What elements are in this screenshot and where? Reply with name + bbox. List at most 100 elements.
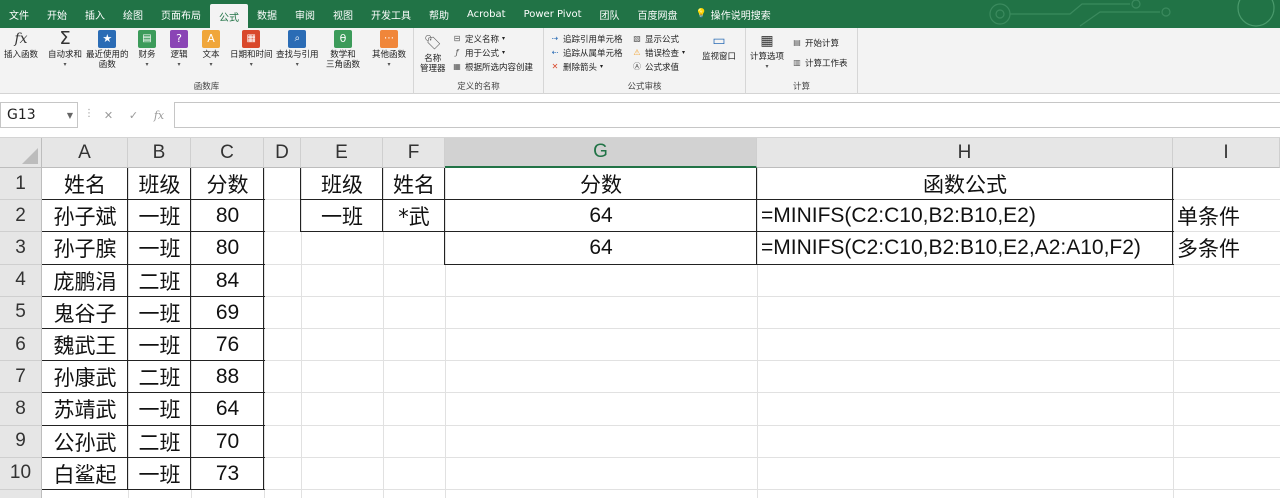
column-header-f[interactable]: F	[383, 138, 445, 168]
row-header-2[interactable]: 2	[0, 200, 42, 233]
calc-options-button[interactable]: ▦ 计算选项 ▾	[750, 32, 784, 72]
row-header-1[interactable]: 1	[0, 168, 42, 201]
name-box[interactable]: G13 ▼	[0, 102, 78, 128]
table-cell[interactable]: 二班	[128, 265, 191, 297]
row-header-9[interactable]: 9	[0, 425, 42, 458]
use-in-formula-button[interactable]: ƒ 用于公式 ▾	[452, 46, 505, 59]
note-cell[interactable]: 单条件	[1173, 200, 1280, 232]
show-formulas-button[interactable]: ▧ 显示公式	[632, 32, 679, 45]
table-cell[interactable]: 80	[191, 200, 264, 232]
lookup-button[interactable]: ⌕ 查找与引用 ▾	[276, 30, 319, 70]
autosum-button[interactable]: Σ 自动求和 ▾	[48, 30, 82, 70]
column-header-e[interactable]: E	[301, 138, 383, 168]
financial-button[interactable]: ▤ 财务 ▾	[138, 30, 156, 70]
tab-14[interactable]: 百度网盘	[629, 0, 687, 28]
column-header-h[interactable]: H	[757, 138, 1173, 168]
create-from-selection-button[interactable]: ▦ 根据所选内容创建	[452, 60, 533, 73]
criteria-cell[interactable]: 一班	[301, 200, 383, 232]
note-cell[interactable]: 多条件	[1173, 232, 1280, 264]
recent-functions-button[interactable]: ★ 最近使用的 函数	[86, 30, 129, 70]
column-header-i[interactable]: I	[1173, 138, 1280, 168]
insert-function-fx-icon[interactable]: fx	[154, 109, 164, 122]
tab-13[interactable]: 团队	[591, 0, 629, 28]
remove-arrows-button[interactable]: ✕ 删除箭头 ▾	[550, 60, 603, 73]
tab-12[interactable]: Power Pivot	[515, 0, 591, 28]
tab-3[interactable]: 绘图	[114, 0, 152, 28]
criteria-cell[interactable]: *武	[383, 200, 445, 232]
tab-4[interactable]: 页面布局	[152, 0, 210, 28]
table-cell[interactable]: 白鲨起	[42, 458, 128, 490]
tell-me-search[interactable]: 💡 操作说明搜索	[687, 0, 780, 28]
formula-text-cell[interactable]: =MINIFS(C2:C10,B2:B10,E2)	[757, 200, 1173, 232]
criteria-header-cell[interactable]: 班级	[301, 168, 383, 200]
table-cell[interactable]: 魏武王	[42, 329, 128, 361]
datetime-button[interactable]: ▦ 日期和时间 ▾	[230, 30, 273, 70]
trace-precedents-button[interactable]: ⇢ 追踪引用单元格	[550, 32, 623, 45]
formula-input[interactable]	[174, 102, 1280, 128]
criteria-header-cell[interactable]: 姓名	[383, 168, 445, 200]
row-header-10[interactable]: 10	[0, 457, 42, 490]
result-header-cell[interactable]: 函数公式	[757, 168, 1173, 200]
cancel-icon[interactable]: ✕	[104, 109, 113, 122]
header-cell[interactable]: 姓名	[42, 168, 128, 200]
table-cell[interactable]: 一班	[128, 329, 191, 361]
error-checking-button[interactable]: ⚠ 错误检查 ▾	[632, 46, 685, 59]
row-header-7[interactable]: 7	[0, 361, 42, 394]
math-trig-button[interactable]: θ 数学和 三角函数	[326, 30, 360, 70]
formula-bar-grip-icon[interactable]: ⋮	[84, 108, 94, 119]
result-value-cell[interactable]: 64	[445, 232, 757, 264]
row-header-4[interactable]: 4	[0, 264, 42, 297]
tab-2[interactable]: 插入	[76, 0, 114, 28]
table-cell[interactable]: 苏靖武	[42, 393, 128, 425]
table-cell[interactable]: 一班	[128, 393, 191, 425]
table-cell[interactable]: 84	[191, 265, 264, 297]
table-cell[interactable]: 一班	[128, 200, 191, 232]
enter-check-icon[interactable]: ✓	[129, 109, 138, 122]
tab-5[interactable]: 公式	[210, 4, 248, 28]
tab-8[interactable]: 视图	[324, 0, 362, 28]
table-cell[interactable]: 孙子斌	[42, 200, 128, 232]
table-cell[interactable]: 一班	[128, 458, 191, 490]
header-cell[interactable]: 班级	[128, 168, 191, 200]
column-header-c[interactable]: C	[191, 138, 264, 168]
formula-text-cell[interactable]: =MINIFS(C2:C10,B2:B10,E2,A2:A10,F2)	[757, 232, 1173, 264]
tab-11[interactable]: Acrobat	[458, 0, 515, 28]
row-header-8[interactable]: 8	[0, 393, 42, 426]
column-header-g[interactable]: G	[445, 138, 757, 168]
table-cell[interactable]: 公孙武	[42, 426, 128, 458]
watch-window-button[interactable]: ▭ 监视窗口	[702, 32, 736, 62]
tab-7[interactable]: 审阅	[286, 0, 324, 28]
calc-now-button[interactable]: ▤ 开始计算	[792, 36, 839, 49]
tab-10[interactable]: 帮助	[420, 0, 458, 28]
row-header-6[interactable]: 6	[0, 329, 42, 362]
chevron-down-icon[interactable]: ▼	[67, 111, 73, 120]
trace-dependents-button[interactable]: ⇠ 追踪从属单元格	[550, 46, 623, 59]
table-cell[interactable]: 70	[191, 426, 264, 458]
tab-0[interactable]: 文件	[0, 0, 38, 28]
insert-function-button[interactable]: fx 插入函数	[4, 30, 38, 60]
name-manager-button[interactable]: 🏷 名称 管理器	[420, 34, 446, 74]
table-cell[interactable]: 88	[191, 361, 264, 393]
table-cell[interactable]: 孙康武	[42, 361, 128, 393]
table-cell[interactable]: 一班	[128, 232, 191, 264]
define-name-button[interactable]: ⊟ 定义名称 ▾	[452, 32, 505, 45]
result-header-cell[interactable]: 分数	[445, 168, 757, 200]
row-header-3[interactable]: 3	[0, 232, 42, 265]
table-cell[interactable]: 二班	[128, 426, 191, 458]
tab-9[interactable]: 开发工具	[362, 0, 420, 28]
table-cell[interactable]: 庞鹏涓	[42, 265, 128, 297]
table-cell[interactable]: 73	[191, 458, 264, 490]
logical-button[interactable]: ? 逻辑 ▾	[170, 30, 188, 70]
calc-sheet-button[interactable]: ▥ 计算工作表	[792, 56, 847, 69]
table-cell[interactable]: 80	[191, 232, 264, 264]
table-cell[interactable]: 69	[191, 297, 264, 329]
column-header-b[interactable]: B	[128, 138, 191, 168]
table-cell[interactable]: 一班	[128, 297, 191, 329]
tab-1[interactable]: 开始	[38, 0, 76, 28]
more-functions-button[interactable]: ⋯ 其他函数 ▾	[372, 30, 406, 70]
table-cell[interactable]: 鬼谷子	[42, 297, 128, 329]
table-cell[interactable]: 64	[191, 393, 264, 425]
column-header-d[interactable]: D	[264, 138, 301, 168]
table-cell[interactable]: 76	[191, 329, 264, 361]
table-cell[interactable]: 二班	[128, 361, 191, 393]
